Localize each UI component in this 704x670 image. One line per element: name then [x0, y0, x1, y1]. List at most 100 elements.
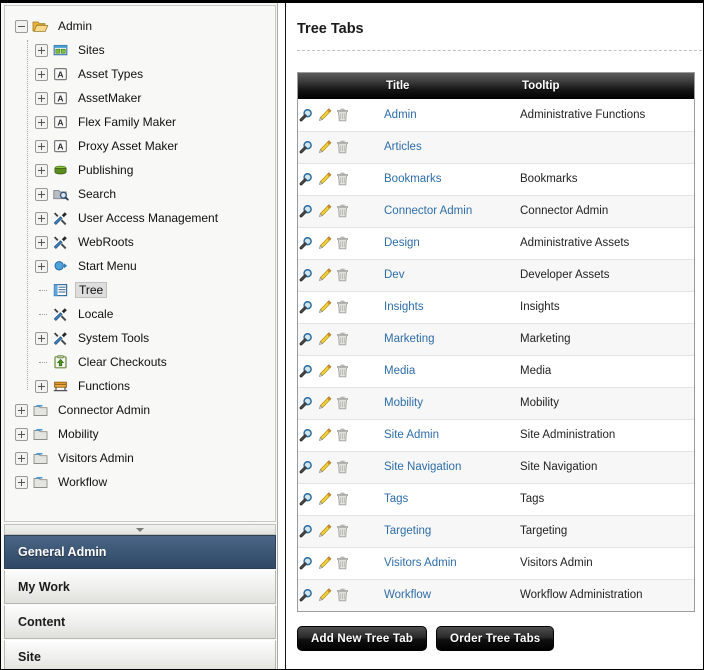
- expand-toggle-icon[interactable]: [35, 115, 48, 129]
- delete-icon[interactable]: [334, 427, 352, 443]
- tree-node-flex-family-maker[interactable]: A Flex Family Maker: [5, 110, 275, 134]
- inspect-icon[interactable]: [298, 107, 316, 123]
- delete-icon[interactable]: [334, 331, 352, 347]
- tree-node-locale[interactable]: Locale: [5, 302, 275, 326]
- delete-icon[interactable]: [334, 203, 352, 219]
- collapse-down-arrow-icon[interactable]: [136, 527, 144, 532]
- expand-toggle-icon[interactable]: [35, 91, 48, 105]
- delete-icon[interactable]: [334, 363, 352, 379]
- inspect-icon[interactable]: [298, 427, 316, 443]
- tree-node-system-tools[interactable]: System Tools: [5, 326, 275, 350]
- expand-toggle-icon[interactable]: [35, 331, 48, 345]
- tree-node-search[interactable]: Search: [5, 182, 275, 206]
- nav-tab-content[interactable]: Content: [4, 605, 276, 639]
- delete-icon[interactable]: [334, 523, 352, 539]
- tree-node-user-access-management[interactable]: User Access Management: [5, 206, 275, 230]
- edit-icon[interactable]: [316, 555, 334, 571]
- tree-tab-link[interactable]: Targeting: [384, 525, 431, 537]
- expand-toggle-icon[interactable]: [15, 475, 28, 489]
- tree-node-assetmaker[interactable]: A AssetMaker: [5, 86, 275, 110]
- tree-tab-link[interactable]: Admin: [384, 109, 417, 121]
- tree-node-start-menu[interactable]: Start Menu: [5, 254, 275, 278]
- tree-tab-link[interactable]: Mobility: [384, 397, 423, 409]
- delete-icon[interactable]: [334, 459, 352, 475]
- edit-icon[interactable]: [316, 171, 334, 187]
- tree-tab-link[interactable]: Design: [384, 237, 420, 249]
- tree-node-workflow[interactable]: Workflow: [5, 470, 275, 494]
- tree-tab-link[interactable]: Insights: [384, 301, 424, 313]
- inspect-icon[interactable]: [298, 171, 316, 187]
- nav-tab-list[interactable]: General Admin My Work Content Site: [4, 535, 276, 669]
- tree-tab-link[interactable]: Media: [384, 365, 415, 377]
- tree-node-publishing[interactable]: Publishing: [5, 158, 275, 182]
- tree-tab-link[interactable]: Articles: [384, 141, 422, 153]
- expand-toggle-icon[interactable]: [35, 235, 48, 249]
- edit-icon[interactable]: [316, 395, 334, 411]
- nav-tab-general-admin[interactable]: General Admin: [4, 535, 276, 569]
- expand-toggle-icon[interactable]: [15, 451, 28, 465]
- tree-node-asset-types[interactable]: A Asset Types: [5, 62, 275, 86]
- tree-tab-link[interactable]: Bookmarks: [384, 173, 442, 185]
- tree-tab-link[interactable]: Tags: [384, 493, 408, 505]
- inspect-icon[interactable]: [298, 587, 316, 603]
- expand-toggle-icon[interactable]: [35, 163, 48, 177]
- tree-node-clear-checkouts[interactable]: Clear Checkouts: [5, 350, 275, 374]
- delete-icon[interactable]: [334, 491, 352, 507]
- inspect-icon[interactable]: [298, 523, 316, 539]
- edit-icon[interactable]: [316, 139, 334, 155]
- expand-toggle-icon[interactable]: [35, 259, 48, 273]
- edit-icon[interactable]: [316, 491, 334, 507]
- admin-tree-scroll-area[interactable]: Admin Sites A Asset Types A AssetMaker A Flex F…: [4, 5, 276, 522]
- delete-icon[interactable]: [334, 587, 352, 603]
- tree-tab-link[interactable]: Visitors Admin: [384, 557, 457, 569]
- inspect-icon[interactable]: [298, 267, 316, 283]
- tree-node-sites[interactable]: Sites: [5, 38, 275, 62]
- edit-icon[interactable]: [316, 331, 334, 347]
- tree-tab-link[interactable]: Connector Admin: [384, 205, 472, 217]
- inspect-icon[interactable]: [298, 459, 316, 475]
- expand-toggle-icon[interactable]: [35, 379, 48, 393]
- expand-toggle-icon[interactable]: [35, 187, 48, 201]
- tree-tab-link[interactable]: Dev: [384, 269, 404, 281]
- delete-icon[interactable]: [334, 395, 352, 411]
- edit-icon[interactable]: [316, 459, 334, 475]
- expand-toggle-icon[interactable]: [15, 403, 28, 417]
- tree-node-connector-admin[interactable]: Connector Admin: [5, 398, 275, 422]
- tree-node-proxy-asset-maker[interactable]: A Proxy Asset Maker: [5, 134, 275, 158]
- edit-icon[interactable]: [316, 107, 334, 123]
- tree-node-mobility[interactable]: Mobility: [5, 422, 275, 446]
- tree-tab-link[interactable]: Workflow: [384, 589, 431, 601]
- nav-tab-my-work[interactable]: My Work: [4, 570, 276, 604]
- edit-icon[interactable]: [316, 299, 334, 315]
- tree-tab-link[interactable]: Marketing: [384, 333, 435, 345]
- expand-toggle-icon[interactable]: [35, 67, 48, 81]
- edit-icon[interactable]: [316, 267, 334, 283]
- delete-icon[interactable]: [334, 107, 352, 123]
- delete-icon[interactable]: [334, 235, 352, 251]
- inspect-icon[interactable]: [298, 363, 316, 379]
- edit-icon[interactable]: [316, 363, 334, 379]
- inspect-icon[interactable]: [298, 203, 316, 219]
- edit-icon[interactable]: [316, 427, 334, 443]
- delete-icon[interactable]: [334, 555, 352, 571]
- tree-tab-link[interactable]: Site Admin: [384, 429, 439, 441]
- inspect-icon[interactable]: [298, 299, 316, 315]
- expand-toggle-icon[interactable]: [15, 427, 28, 441]
- collapse-toggle-icon[interactable]: [15, 19, 28, 33]
- edit-icon[interactable]: [316, 587, 334, 603]
- tree-node-webroots[interactable]: WebRoots: [5, 230, 275, 254]
- expand-toggle-icon[interactable]: [35, 211, 48, 225]
- inspect-icon[interactable]: [298, 491, 316, 507]
- tree-node-tree[interactable]: Tree: [5, 278, 275, 302]
- add-new-tree-tab-button[interactable]: Add New Tree Tab: [297, 626, 428, 651]
- edit-icon[interactable]: [316, 203, 334, 219]
- order-tree-tabs-button[interactable]: Order Tree Tabs: [436, 626, 555, 651]
- delete-icon[interactable]: [334, 299, 352, 315]
- admin-tree[interactable]: Admin Sites A Asset Types A AssetMaker A Flex F…: [5, 6, 275, 494]
- expand-toggle-icon[interactable]: [35, 139, 48, 153]
- nav-tab-site[interactable]: Site: [4, 640, 276, 669]
- tree-node-functions[interactable]: Functions: [5, 374, 275, 398]
- tree-tab-link[interactable]: Site Navigation: [384, 461, 461, 473]
- edit-icon[interactable]: [316, 523, 334, 539]
- inspect-icon[interactable]: [298, 331, 316, 347]
